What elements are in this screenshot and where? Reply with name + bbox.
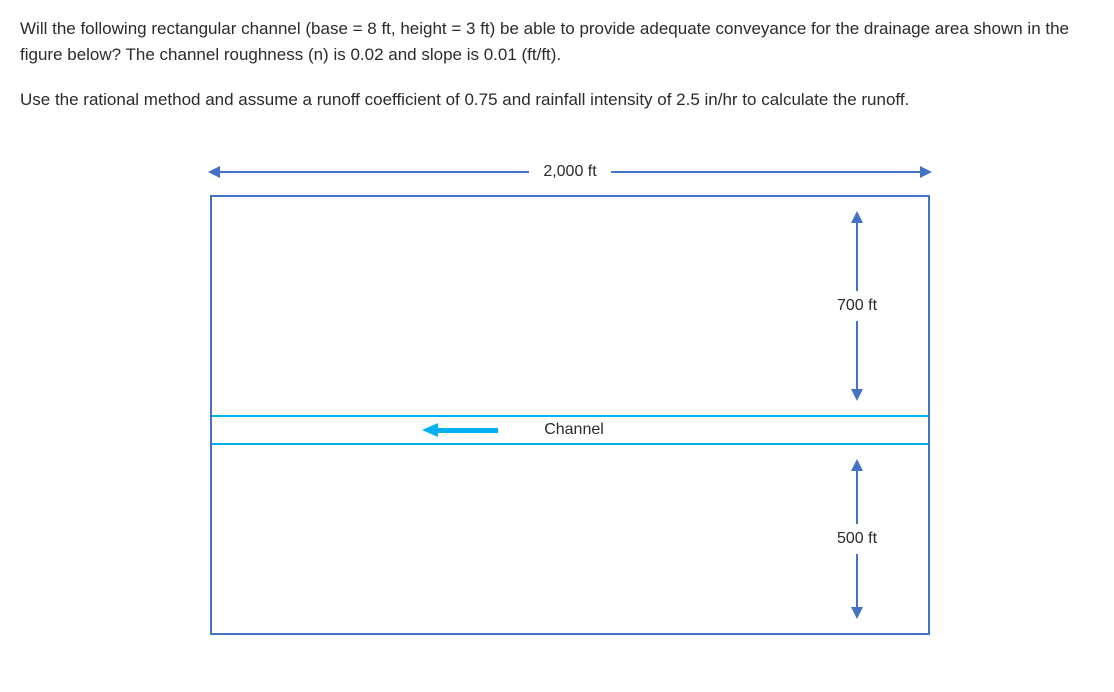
drainage-figure: 2,000 ft 700 ft Channel 500 ft xyxy=(210,163,930,635)
arrow-down-icon xyxy=(856,554,858,617)
flow-arrow-left-icon xyxy=(422,423,438,437)
channel-label: Channel xyxy=(544,421,604,439)
width-dimension: 2,000 ft xyxy=(210,163,930,181)
question-text: Will the following rectangular channel (… xyxy=(20,16,1094,113)
lower-height-dimension: 500 ft xyxy=(822,461,892,617)
channel-flow-arrow xyxy=(422,423,498,437)
question-paragraph-2: Use the rational method and assume a run… xyxy=(20,87,1094,113)
upper-height-dimension: 700 ft xyxy=(822,213,892,399)
lower-drainage-zone: 500 ft xyxy=(212,445,928,633)
arrow-down-icon xyxy=(856,321,858,399)
arrow-left-icon xyxy=(210,171,529,173)
upper-drainage-zone: 700 ft xyxy=(212,197,928,415)
width-dimension-label: 2,000 ft xyxy=(543,163,596,181)
drainage-area-box: 700 ft Channel 500 ft xyxy=(210,195,930,635)
arrow-up-icon xyxy=(856,213,858,291)
question-paragraph-1: Will the following rectangular channel (… xyxy=(20,16,1094,69)
lower-height-label: 500 ft xyxy=(837,524,877,554)
arrow-up-icon xyxy=(856,461,858,524)
flow-arrow-shaft xyxy=(438,428,498,433)
upper-height-label: 700 ft xyxy=(837,291,877,321)
channel: Channel xyxy=(212,415,928,445)
arrow-right-icon xyxy=(611,171,930,173)
